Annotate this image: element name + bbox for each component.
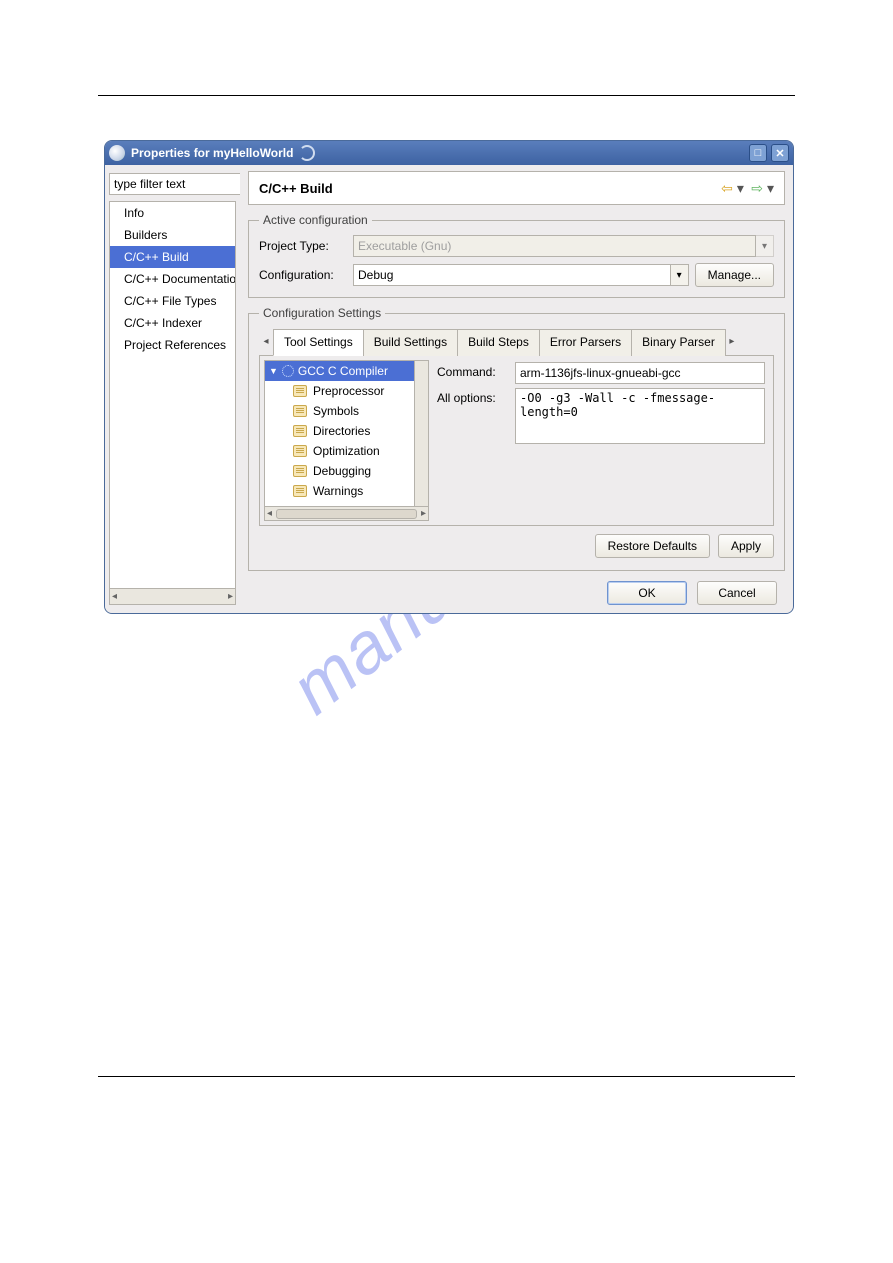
ok-button[interactable]: OK: [607, 581, 687, 605]
active-configuration-legend: Active configuration: [259, 213, 372, 227]
tree-hscrollbar[interactable]: ◂ ▸: [265, 506, 428, 520]
tree-expand-icon: ▼: [269, 366, 278, 376]
tool-tree: ▼ GCC C Compiler Preprocessor Symbols Di…: [264, 360, 429, 521]
tree-root-label: GCC C Compiler: [298, 364, 388, 378]
gear-icon: [282, 365, 294, 377]
dialog-footer: OK Cancel: [248, 571, 785, 605]
tool-form: Command: All options: -O0 -g3 -Wall -c -…: [433, 360, 769, 521]
tree-item-directories[interactable]: Directories: [265, 421, 414, 441]
scroll-left-icon: ◂: [267, 508, 272, 519]
nav-tree: Info Builders C/C++ Build C/C++ Document…: [109, 201, 236, 589]
scroll-left-icon: ◂: [112, 591, 117, 602]
command-label: Command:: [437, 362, 507, 379]
restore-defaults-button[interactable]: Restore Defaults: [595, 534, 710, 558]
sidebar: ▼ Info Builders C/C++ Build C/C++ Docume…: [105, 165, 240, 613]
back-icon[interactable]: ⇦: [721, 180, 733, 196]
header-nav-arrows: ⇦▾ ⇨▾: [717, 180, 774, 197]
scroll-right-icon: ▸: [228, 591, 233, 602]
sheet-icon: [293, 425, 307, 437]
properties-dialog: Properties for myHelloWorld □ ✕ ▼ Info B…: [104, 140, 794, 614]
tab-tool-settings[interactable]: Tool Settings: [273, 329, 364, 356]
configuration-settings-group: Configuration Settings ◂ Tool Settings B…: [248, 306, 785, 571]
tab-binary-parser[interactable]: Binary Parser: [631, 329, 726, 356]
back-menu-icon[interactable]: ▾: [737, 180, 744, 196]
tree-item-preprocessor[interactable]: Preprocessor: [265, 381, 414, 401]
forward-menu-icon[interactable]: ▾: [767, 180, 774, 196]
nav-info[interactable]: Info: [110, 202, 235, 224]
forward-icon[interactable]: ⇨: [751, 180, 763, 196]
configuration-settings-legend: Configuration Settings: [259, 306, 385, 320]
sheet-icon: [293, 465, 307, 477]
window-title: Properties for myHelloWorld: [131, 146, 293, 160]
close-button[interactable]: ✕: [771, 144, 789, 162]
sheet-icon: [293, 485, 307, 497]
tree-item-label: Preprocessor: [313, 384, 384, 398]
settings-tabs: ◂ Tool Settings Build Settings Build Ste…: [259, 328, 774, 356]
page-title: C/C++ Build: [259, 181, 333, 196]
tree-item-debugging[interactable]: Debugging: [265, 461, 414, 481]
tree-item-label: Directories: [313, 424, 370, 438]
active-configuration-group: Active configuration Project Type: ▾ Con…: [248, 213, 785, 298]
all-options-textarea: -O0 -g3 -Wall -c -fmessage-length=0: [515, 388, 765, 444]
tree-item-label: Optimization: [313, 444, 380, 458]
nav-cpp-documentation[interactable]: C/C++ Documentatio: [110, 268, 235, 290]
command-input[interactable]: [515, 362, 765, 384]
nav-cpp-build[interactable]: C/C++ Build: [110, 246, 235, 268]
tree-item-label: Warnings: [313, 484, 363, 498]
eclipse-ring-icon: [299, 145, 315, 161]
configuration-select[interactable]: [353, 264, 671, 286]
nav-cpp-indexer[interactable]: C/C++ Indexer: [110, 312, 235, 334]
cancel-button[interactable]: Cancel: [697, 581, 777, 605]
page-rule-top: [98, 95, 795, 96]
sheet-icon: [293, 445, 307, 457]
project-type-dropdown: ▾: [756, 235, 774, 257]
tree-item-label: Debugging: [313, 464, 371, 478]
tab-error-parsers[interactable]: Error Parsers: [539, 329, 632, 356]
nav-project-references[interactable]: Project References: [110, 334, 235, 356]
scroll-thumb[interactable]: [276, 509, 417, 519]
tab-build-steps[interactable]: Build Steps: [457, 329, 540, 356]
tree-item-symbols[interactable]: Symbols: [265, 401, 414, 421]
tree-vscrollbar[interactable]: [414, 361, 428, 506]
manage-button[interactable]: Manage...: [695, 263, 774, 287]
sidebar-hscrollbar[interactable]: ◂ ▸: [109, 589, 236, 605]
scroll-right-icon: ▸: [421, 508, 426, 519]
tree-item-warnings[interactable]: Warnings: [265, 481, 414, 501]
tree-item-optimization[interactable]: Optimization: [265, 441, 414, 461]
tool-tree-list: ▼ GCC C Compiler Preprocessor Symbols Di…: [265, 361, 414, 506]
titlebar: Properties for myHelloWorld □ ✕: [105, 141, 793, 165]
configuration-dropdown[interactable]: ▾: [671, 264, 689, 286]
all-options-label: All options:: [437, 388, 507, 405]
tab-build-settings[interactable]: Build Settings: [363, 329, 458, 356]
main-panel: C/C++ Build ⇦▾ ⇨▾ Active configuration P…: [240, 165, 793, 613]
nav-builders[interactable]: Builders: [110, 224, 235, 246]
eclipse-app-icon: [109, 145, 125, 161]
sheet-icon: [293, 405, 307, 417]
project-type-field: [353, 235, 756, 257]
page-rule-bottom: [98, 1076, 795, 1077]
maximize-button[interactable]: □: [749, 144, 767, 162]
tree-item-label: Symbols: [313, 404, 359, 418]
tree-root-gcc-compiler[interactable]: ▼ GCC C Compiler: [265, 361, 414, 381]
apply-button[interactable]: Apply: [718, 534, 774, 558]
sheet-icon: [293, 385, 307, 397]
tool-settings-panel: ▼ GCC C Compiler Preprocessor Symbols Di…: [259, 356, 774, 526]
project-type-label: Project Type:: [259, 239, 347, 253]
tab-scroll-left[interactable]: ◂: [259, 328, 273, 355]
configuration-label: Configuration:: [259, 268, 347, 282]
nav-cpp-file-types[interactable]: C/C++ File Types: [110, 290, 235, 312]
main-header: C/C++ Build ⇦▾ ⇨▾: [248, 171, 785, 205]
tab-scroll-right[interactable]: ▸: [725, 328, 739, 355]
